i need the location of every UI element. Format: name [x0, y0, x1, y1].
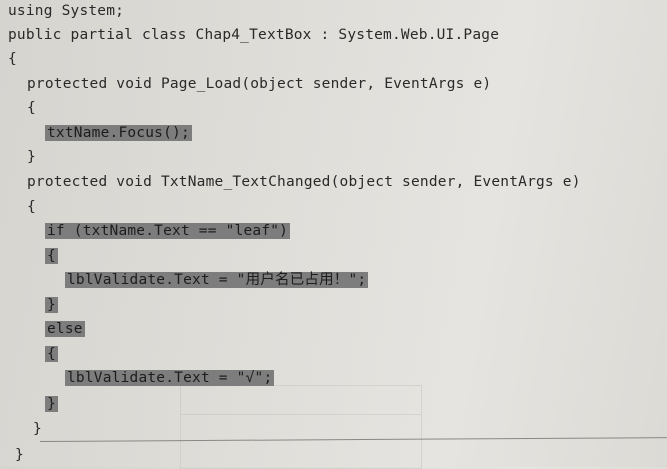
code-text: {: [27, 100, 36, 116]
code-line-6: txtName.Focus();: [45, 122, 192, 144]
highlighted-code: if (txtName.Text == "leaf"): [45, 223, 291, 239]
book-page: using System; public partial class Chap4…: [0, 0, 667, 469]
code-line-2: public partial class Chap4_TextBox : Sys…: [8, 24, 499, 46]
highlighted-code: lblValidate.Text = "用户名已占用！";: [65, 272, 369, 288]
code-line-11: {: [45, 245, 58, 267]
code-text: public partial class Chap4_TextBox : Sys…: [8, 27, 500, 43]
bleed-through-table: [180, 385, 422, 469]
code-line-9: {: [27, 196, 36, 218]
code-line-19: }: [15, 444, 24, 466]
highlighted-code: {: [45, 248, 58, 264]
code-line-17: }: [45, 393, 58, 415]
code-line-7: }: [27, 146, 36, 168]
code-text: }: [27, 149, 36, 165]
code-line-16: lblValidate.Text = "√";: [65, 367, 275, 389]
code-text: using System;: [8, 3, 125, 19]
code-line-18: }: [33, 418, 42, 440]
highlighted-code: lblValidate.Text = "√";: [65, 370, 275, 386]
code-line-14: else: [45, 318, 85, 340]
code-line-1: using System;: [8, 0, 124, 22]
highlighted-code: {: [45, 346, 58, 362]
code-text: protected void Page_Load(object sender, …: [27, 76, 492, 92]
highlighted-code: txtName.Focus();: [45, 125, 192, 141]
code-line-8: protected void TxtName_TextChanged(objec…: [27, 171, 581, 193]
code-line-3: {: [8, 48, 17, 70]
highlighted-code: }: [45, 396, 58, 412]
code-line-15: {: [45, 343, 58, 365]
code-text: {: [27, 199, 36, 215]
code-line-5: {: [27, 97, 36, 119]
code-line-13: }: [45, 294, 58, 316]
code-text: }: [33, 421, 42, 437]
code-text: protected void TxtName_TextChanged(objec…: [27, 174, 581, 190]
code-text: {: [8, 51, 17, 67]
highlighted-code: }: [45, 297, 58, 313]
code-text: }: [15, 447, 24, 463]
code-line-10: if (txtName.Text == "leaf"): [45, 220, 291, 242]
highlighted-code: else: [45, 321, 85, 337]
code-line-4: protected void Page_Load(object sender, …: [27, 73, 491, 95]
code-line-12: lblValidate.Text = "用户名已占用！";: [65, 269, 369, 291]
